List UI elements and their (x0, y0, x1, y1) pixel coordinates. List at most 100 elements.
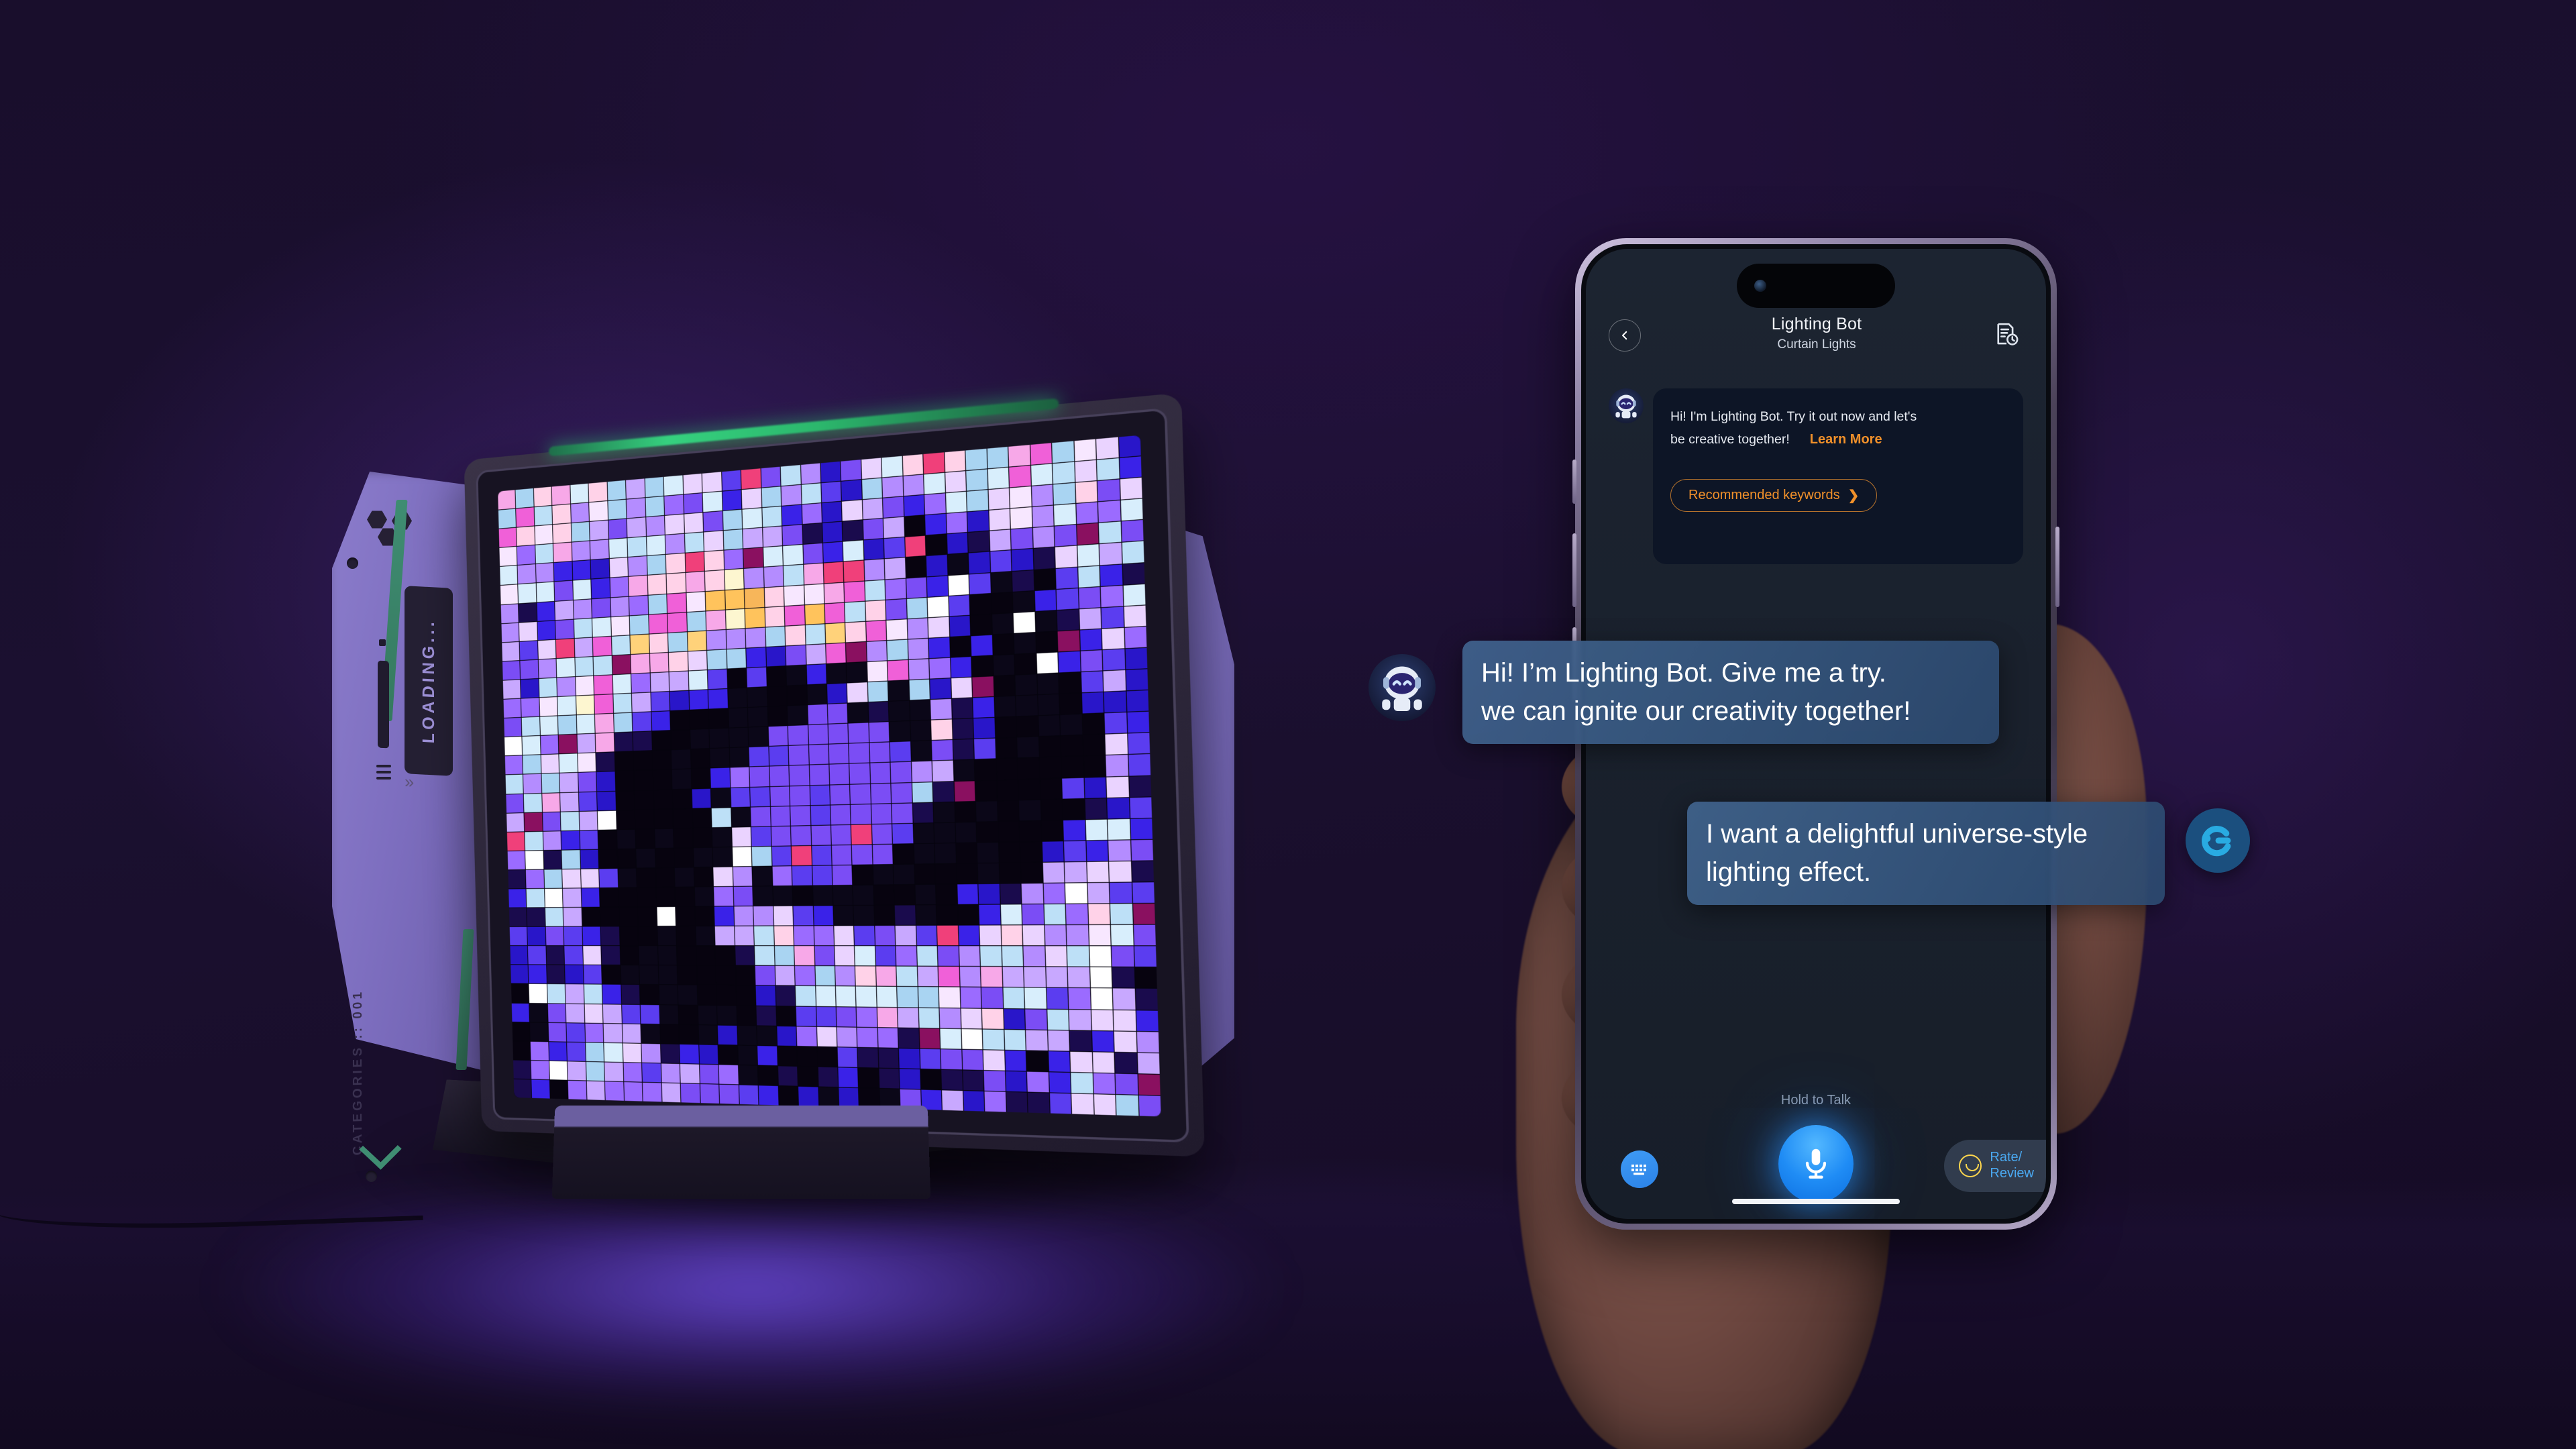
pixel-cell (676, 926, 695, 945)
pixel-cell (959, 947, 980, 967)
pixel-cell (503, 680, 521, 699)
pixel-cell (794, 946, 814, 965)
pixel-cell (714, 887, 733, 906)
pixel-cell (1059, 651, 1081, 673)
pixel-cell (757, 1046, 777, 1065)
pixel-cell (498, 490, 516, 509)
pixel-cell (706, 630, 726, 650)
pixel-cell (971, 635, 993, 656)
smiley-icon (1959, 1155, 1982, 1177)
pixel-cell (669, 651, 688, 672)
pixel-cell (883, 517, 904, 538)
pixel-cell (631, 634, 649, 653)
pixel-cell (685, 533, 704, 553)
bot-intro-card: Hi! I'm Lighting Bot. Try it out now and… (1653, 388, 2023, 564)
pixel-cell (969, 573, 991, 594)
pixel-cell (710, 729, 729, 748)
pixel-cell (1025, 1009, 1046, 1029)
pixel-cell (702, 472, 722, 492)
pixel-cell (983, 1050, 1005, 1070)
volume-up-button[interactable] (1572, 533, 1576, 607)
pixel-cell (1081, 692, 1104, 714)
pixel-cell (1087, 883, 1110, 904)
pixel-cell (994, 655, 1015, 676)
pixel-cell (1026, 1051, 1048, 1071)
pixel-cell (1070, 1030, 1092, 1051)
pixel-cell (795, 966, 815, 985)
pixel-cell (826, 643, 846, 663)
pixel-cell (577, 714, 595, 734)
pixel-cell (717, 1006, 737, 1025)
hold-to-talk-button[interactable] (1778, 1125, 1854, 1203)
pixel-cell (926, 555, 947, 576)
pixel-cell (674, 808, 692, 828)
pixel-cell (1079, 587, 1101, 608)
pixel-cell (745, 588, 764, 608)
pixel-cell (948, 553, 969, 575)
pixel-cell (678, 966, 696, 985)
power-button[interactable] (2055, 527, 2059, 607)
pixel-cell (778, 1066, 798, 1085)
pixel-cell (507, 832, 525, 851)
recommended-keywords-button[interactable]: Recommended keywords ❯ (1670, 479, 1877, 512)
pixel-cell (574, 637, 592, 657)
pixel-cell (849, 723, 869, 743)
pixel-cell (955, 822, 976, 842)
pixel-cell (816, 1026, 837, 1046)
keyboard-icon (1629, 1162, 1650, 1177)
pixel-cell (712, 827, 732, 847)
pixel-cell (564, 927, 582, 946)
home-indicator[interactable] (1732, 1199, 1900, 1204)
rate-label-line2: Review (1990, 1166, 2034, 1182)
pixel-cell (1002, 947, 1023, 967)
pixel-cell (618, 868, 637, 887)
pixel-cell (552, 485, 570, 505)
pixel-cell (517, 545, 535, 565)
pixel-cell (1006, 1092, 1028, 1113)
pixel-cell (586, 1042, 604, 1061)
panel-bezel (476, 408, 1189, 1143)
keyboard-button[interactable] (1621, 1150, 1658, 1188)
rate-review-button[interactable]: Rate/ Review (1944, 1140, 2046, 1192)
pixel-cell (646, 516, 665, 536)
pixel-cell (873, 885, 894, 905)
mute-switch[interactable] (1572, 460, 1576, 504)
pixel-cell (656, 888, 675, 906)
pixel-cell (1055, 525, 1077, 547)
pixel-cell (936, 905, 957, 925)
pixel-cell (920, 1049, 941, 1069)
learn-more-link[interactable]: Learn More (1810, 432, 1882, 447)
pixel-cell (987, 468, 1009, 489)
pixel-cell (963, 1091, 985, 1112)
pixel-cell (516, 488, 534, 508)
pixel-cell (846, 622, 866, 643)
pixel-cell (1086, 841, 1108, 861)
pixel-cell (865, 580, 885, 600)
pixel-cell (788, 725, 808, 745)
pixel-cell (749, 727, 768, 747)
pixel-cell (594, 655, 612, 675)
pixel-cell (1052, 441, 1074, 463)
pixel-cell (604, 1062, 623, 1081)
pixel-cell (995, 717, 1016, 738)
pixel-cell (674, 848, 693, 867)
back-button[interactable] (1609, 319, 1641, 352)
pixel-cell (506, 775, 524, 794)
pixel-cell (872, 824, 892, 844)
pixel-cell (525, 851, 543, 869)
pixel-cell (1046, 967, 1067, 987)
pixel-cell (1012, 549, 1033, 571)
pixel-cell (953, 718, 973, 739)
pixel-cell (915, 885, 936, 905)
pixel-cell (913, 802, 934, 822)
pixel-cell (1001, 925, 1022, 945)
history-button[interactable] (1992, 320, 2023, 351)
pixel-cell (1049, 1072, 1071, 1093)
pixel-cell (910, 720, 931, 741)
pixel-cell (635, 790, 653, 810)
pixel-cell (1063, 820, 1085, 841)
pixel-cell (1038, 715, 1060, 736)
pixel-cell (1061, 735, 1083, 756)
pixel-cell (548, 1004, 566, 1022)
pixel-cell (1035, 610, 1057, 632)
